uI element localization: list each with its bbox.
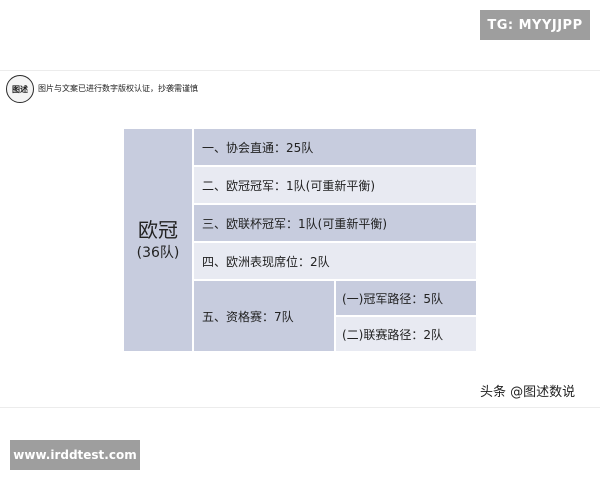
sub-row-league-path: (二)联赛路径：2队 (336, 317, 476, 351)
table-row: 一、协会直通：25队 (194, 129, 476, 165)
brand-logo-icon: 图述 (6, 75, 34, 103)
competition-title: 欧冠 (138, 218, 178, 242)
team-count: (36队) (136, 245, 180, 261)
slide-header: 图述 图片与文案已进行数字版权认证，抄袭需谨慎 (0, 71, 600, 107)
competition-cell: 欧冠 (36队) (124, 129, 192, 351)
table-row: 五、资格赛：7队 (194, 281, 334, 351)
page: TG: MYYJJPP 图述 图片与文案已进行数字版权认证，抄袭需谨慎 欧冠 (… (0, 0, 600, 480)
table-row: 三、欧联杯冠军：1队(可重新平衡) (194, 205, 476, 241)
table-row: 四、欧洲表现席位：2队 (194, 243, 476, 279)
sub-row-champions-path: (一)冠军路径：5队 (336, 281, 476, 315)
table-row: 二、欧冠冠军：1队(可重新平衡) (194, 167, 476, 203)
slide-image: 图述 图片与文案已进行数字版权认证，抄袭需谨慎 欧冠 (36队) 一、协会直通：… (0, 70, 600, 408)
author-watermark: 头条 @图述数说 (480, 385, 576, 400)
copyright-notice: 图片与文案已进行数字版权认证，抄袭需谨慎 (38, 84, 198, 93)
telegram-badge: TG: MYYJJPP (480, 10, 590, 40)
site-url-badge: www.irddtest.com (10, 440, 140, 470)
